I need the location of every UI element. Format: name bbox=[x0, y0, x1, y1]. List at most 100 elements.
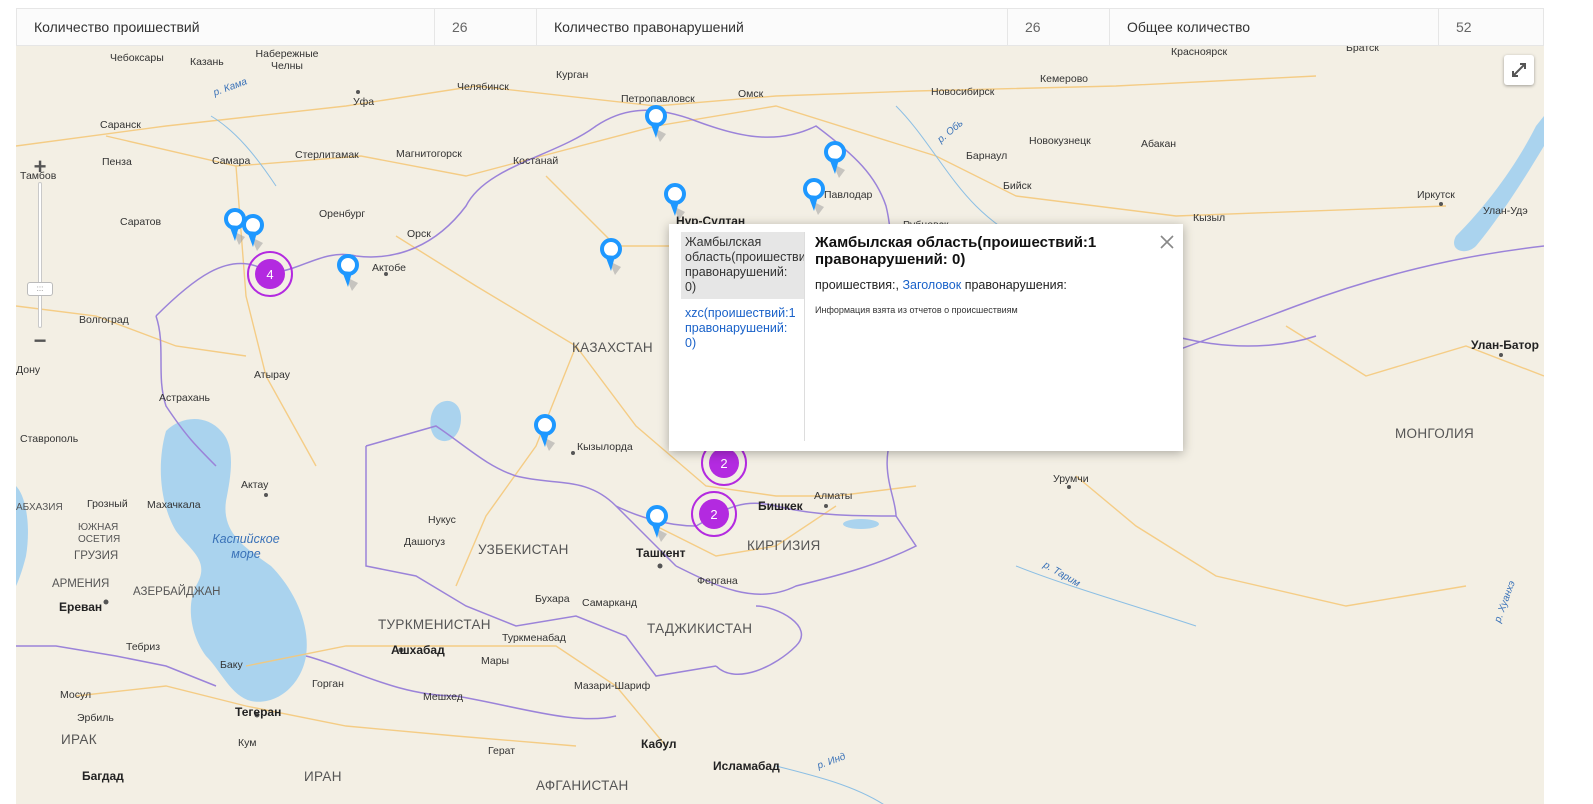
city-label: Уфа bbox=[353, 96, 375, 108]
city-label: Братск bbox=[1346, 46, 1379, 54]
close-icon[interactable] bbox=[1159, 234, 1175, 250]
info-balloon: Жамбылская область(проишествий:1 правона… bbox=[669, 224, 1183, 451]
city-label: Мосул bbox=[60, 689, 92, 701]
city-label: Мары bbox=[481, 655, 510, 667]
city-label: Мазари-Шариф bbox=[574, 680, 651, 692]
country-label: ИРАН bbox=[304, 769, 342, 784]
capital-label: Бишкек bbox=[758, 499, 803, 513]
city-label: Бийск bbox=[1003, 180, 1032, 192]
country-label: АФГАНИСТАН bbox=[536, 778, 629, 793]
city-label: Волгоград bbox=[79, 314, 129, 326]
sea-label: Каспийское море bbox=[212, 532, 280, 561]
zoom-slider-thumb[interactable]: ::: bbox=[27, 282, 53, 296]
city-label: Кызыл bbox=[1193, 212, 1226, 224]
country-label: АБХАЗИЯ bbox=[16, 502, 63, 513]
city-label: Костанай bbox=[513, 155, 559, 167]
incidents-label: Количество проишествий bbox=[17, 9, 435, 45]
offenses-label: Количество правонарушений bbox=[537, 9, 1008, 45]
city-label: Баку bbox=[220, 659, 243, 671]
city-label: Ставрополь bbox=[20, 433, 79, 445]
cluster-count: 4 bbox=[255, 259, 285, 289]
capital-label: Исламабад bbox=[713, 759, 780, 773]
city-label: Новокузнецк bbox=[1029, 135, 1091, 147]
country-label: ТАДЖИКИСТАН bbox=[647, 621, 753, 636]
cluster-marker[interactable]: 4 bbox=[247, 251, 293, 297]
incident-marker[interactable] bbox=[640, 104, 674, 148]
incident-marker[interactable] bbox=[529, 413, 563, 457]
city-label: Атырау bbox=[254, 369, 290, 381]
city-label: Грозный bbox=[87, 498, 128, 510]
city-label: Туркменабад bbox=[502, 632, 566, 644]
city-label: Актау bbox=[241, 479, 269, 491]
capital-label: Тегеран bbox=[235, 705, 282, 719]
incident-marker[interactable] bbox=[641, 504, 675, 548]
incident-marker[interactable] bbox=[798, 177, 832, 221]
total-value: 52 bbox=[1456, 19, 1472, 35]
capital-label: Ашхабад bbox=[391, 643, 445, 657]
country-label: КАЗАХСТАН bbox=[572, 340, 653, 355]
cluster-count: 2 bbox=[699, 499, 729, 529]
capital-label: Ташкент bbox=[636, 546, 686, 560]
city-label: Бухара bbox=[535, 593, 570, 605]
balloon-description: проишествия:, Заголовок правонарушения: bbox=[815, 278, 1155, 292]
desc-prefix: проишествия:, bbox=[815, 278, 899, 292]
city-label: Абакан bbox=[1141, 138, 1177, 150]
stats-bar: Количество проишествий 26 Количество пра… bbox=[16, 8, 1544, 46]
city-label: Новосибирск bbox=[931, 86, 995, 98]
country-label: ТУРКМЕНИСТАН bbox=[378, 617, 491, 632]
capital-label: Багдад bbox=[82, 769, 124, 783]
cluster-marker[interactable]: 2 bbox=[691, 491, 737, 537]
title-link[interactable]: Заголовок bbox=[902, 278, 961, 292]
country-label: УЗБЕКИСТАН bbox=[478, 542, 569, 557]
country-label: КИРГИЗИЯ bbox=[747, 538, 821, 553]
capital-label: Кабул bbox=[641, 737, 677, 751]
country-label: АРМЕНИЯ bbox=[52, 578, 110, 590]
zoom-slider-track[interactable] bbox=[38, 182, 42, 328]
balloon-list-item[interactable]: Жамбылская область(проишествий:1 правона… bbox=[681, 232, 804, 299]
city-label: Самарканд bbox=[582, 597, 638, 609]
city-label: Актобе bbox=[372, 262, 406, 274]
city-label: Челябинск bbox=[457, 81, 509, 93]
city-label: Казань bbox=[190, 56, 224, 68]
capital-label: Улан-Батор bbox=[1471, 338, 1539, 352]
city-label: Курган bbox=[556, 69, 589, 81]
incident-marker[interactable] bbox=[595, 237, 629, 281]
city-label: Горган bbox=[312, 678, 344, 690]
country-label: ИРАК bbox=[61, 732, 97, 747]
zoom-in-button[interactable]: + bbox=[26, 154, 54, 180]
desc-suffix: правонарушения: bbox=[964, 278, 1067, 292]
zoom-out-button[interactable]: − bbox=[26, 328, 54, 354]
incident-marker[interactable] bbox=[332, 253, 366, 297]
city-label: Нукус bbox=[428, 514, 456, 526]
city-label: Самара bbox=[212, 155, 251, 167]
city-label: Чебоксары bbox=[110, 52, 164, 64]
city-label: Оренбург bbox=[319, 208, 366, 220]
capital-label: Ереван bbox=[59, 600, 103, 614]
country-label: ЮЖНАЯ ОСЕТИЯ bbox=[78, 522, 121, 545]
city-label: Дону bbox=[16, 364, 41, 376]
city-label: Астрахань bbox=[159, 392, 210, 404]
offenses-value: 26 bbox=[1008, 9, 1110, 45]
balloon-list-item[interactable]: xzc(проишествий:1 правонарушений: 0) bbox=[681, 303, 804, 355]
city-label: Стерлитамак bbox=[295, 149, 359, 161]
city-label: Улан-Удэ bbox=[1483, 205, 1528, 217]
incident-marker[interactable] bbox=[659, 182, 693, 226]
city-label: Магнитогорск bbox=[396, 148, 462, 160]
city-label: Мешхед bbox=[423, 691, 463, 703]
city-label: Омск bbox=[738, 88, 764, 100]
city-label: Кемерово bbox=[1040, 73, 1088, 85]
city-label: Иркутск bbox=[1417, 189, 1455, 201]
fullscreen-button[interactable] bbox=[1504, 55, 1534, 85]
city-label: Урумчи bbox=[1053, 473, 1089, 485]
balloon-title: Жамбылская область(проишествий:1 правона… bbox=[815, 234, 1097, 268]
city-label: Орск bbox=[407, 228, 431, 240]
city-label: Махачкала bbox=[147, 499, 201, 511]
city-label: Эрбиль bbox=[77, 712, 114, 724]
incidents-value: 26 bbox=[435, 9, 537, 45]
city-label: Дашогуз bbox=[404, 536, 446, 548]
total-label: Общее количество bbox=[1110, 9, 1439, 45]
map[interactable]: Чебоксары Казань Набережные Челны Уфа Че… bbox=[16, 46, 1544, 804]
city-label: Фергана bbox=[697, 575, 738, 587]
city-label: Саранск bbox=[100, 119, 141, 131]
balloon-list: Жамбылская область(проишествий:1 правона… bbox=[669, 232, 805, 441]
